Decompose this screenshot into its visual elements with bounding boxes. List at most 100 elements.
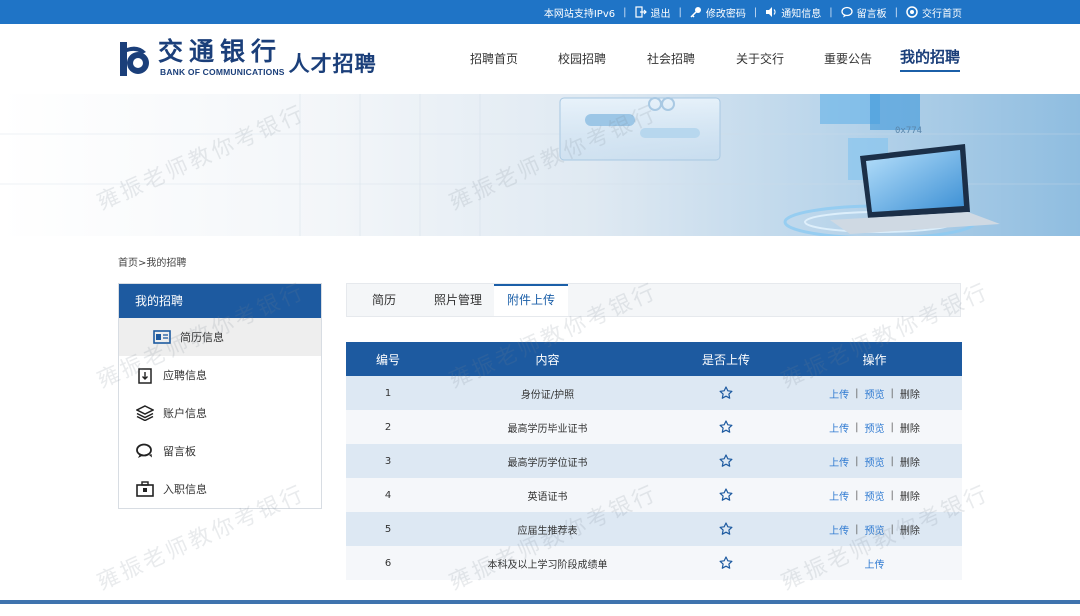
preview-link[interactable]: 预览 bbox=[865, 420, 885, 435]
sidebar-item-label: 入职信息 bbox=[163, 483, 207, 496]
divider: | bbox=[890, 421, 894, 433]
star-outline-icon bbox=[719, 488, 733, 501]
nav-announcements[interactable]: 重要公告 bbox=[824, 50, 872, 67]
sidebar-item-account[interactable]: 账户信息 bbox=[119, 394, 321, 432]
table-row: 1 身份证/护照 上传 | 预览 | 删除 bbox=[346, 376, 962, 410]
upload-link[interactable]: 上传 bbox=[865, 556, 885, 571]
row-content: 英语证书 bbox=[527, 491, 568, 503]
row-upload-status bbox=[665, 444, 787, 478]
row-actions: 上传 bbox=[787, 546, 962, 580]
row-content: 最高学历毕业证书 bbox=[507, 423, 588, 435]
nav-campus-recruit[interactable]: 校园招聘 bbox=[558, 50, 606, 67]
row-actions: 上传 | 预览 | 删除 bbox=[787, 410, 962, 444]
header-content: 内容 bbox=[535, 352, 560, 367]
star-outline-icon bbox=[719, 522, 733, 535]
header-uploaded: 是否上传 bbox=[701, 352, 750, 367]
table-row: 3 最高学历学位证书 上传 | 预览 | 删除 bbox=[346, 444, 962, 478]
bank-logo-icon bbox=[906, 6, 918, 18]
preview-link[interactable]: 预览 bbox=[865, 488, 885, 503]
nav-recruit-home[interactable]: 招聘首页 bbox=[470, 50, 518, 67]
breadcrumb-home[interactable]: 首页 bbox=[118, 258, 138, 269]
logout-link[interactable]: 退出 bbox=[634, 5, 671, 20]
divider: | bbox=[623, 6, 627, 18]
change-password-label: 修改密码 bbox=[705, 8, 746, 20]
table-row: 2 最高学历毕业证书 上传 | 预览 | 删除 bbox=[346, 410, 962, 444]
row-upload-status bbox=[665, 376, 787, 410]
message-board-link[interactable]: 留言板 bbox=[840, 5, 887, 20]
chat-icon bbox=[136, 442, 154, 460]
upload-link[interactable]: 上传 bbox=[829, 386, 849, 401]
header-actions: 操作 bbox=[862, 352, 887, 367]
bank-home-link[interactable]: 交行首页 bbox=[906, 5, 962, 20]
chat-bubble-icon bbox=[840, 6, 853, 18]
utility-links: 本网站支持IPv6 | 退出 | 修改密码 | 通知信息 | 留言板 | 交行首… bbox=[544, 0, 962, 24]
divider: | bbox=[678, 6, 682, 18]
preview-link[interactable]: 预览 bbox=[865, 454, 885, 469]
row-upload-status bbox=[665, 410, 787, 444]
nav-social-recruit[interactable]: 社会招聘 bbox=[647, 50, 695, 67]
row-upload-status bbox=[665, 478, 787, 512]
header-number: 编号 bbox=[375, 352, 400, 367]
divider: | bbox=[829, 6, 833, 18]
upload-link[interactable]: 上传 bbox=[829, 420, 849, 435]
delete-link[interactable]: 删除 bbox=[900, 522, 920, 537]
star-outline-icon bbox=[719, 556, 733, 569]
notice-link[interactable]: 通知信息 bbox=[765, 5, 821, 20]
table-body: 1 身份证/护照 上传 | 预览 | 删除 2 最高学历毕业证书 上传 | 预览 | 删除 3 … bbox=[346, 376, 962, 580]
message-board-label: 留言板 bbox=[856, 8, 887, 20]
key-icon bbox=[690, 7, 701, 18]
upload-link[interactable]: 上传 bbox=[829, 454, 849, 469]
upload-link[interactable]: 上传 bbox=[829, 488, 849, 503]
preview-link[interactable]: 预览 bbox=[865, 522, 885, 537]
sidebar-title: 我的招聘 bbox=[119, 284, 321, 318]
banner-screen-text: 0x774 bbox=[895, 126, 922, 136]
sidebar-item-label: 应聘信息 bbox=[163, 369, 207, 382]
content-tabs: 简历 照片管理 附件上传 bbox=[346, 283, 961, 317]
star-outline-icon bbox=[719, 420, 733, 433]
sidebar-item-label: 账户信息 bbox=[163, 407, 207, 420]
sidebar-item-onboarding[interactable]: 入职信息 bbox=[119, 470, 321, 508]
change-password-link[interactable]: 修改密码 bbox=[690, 5, 746, 20]
sidebar-item-resume[interactable]: 简历信息 bbox=[119, 318, 321, 356]
row-number: 1 bbox=[384, 387, 392, 399]
main-nav: 招聘首页 校园招聘 社会招聘 关于交行 重要公告 我的招聘 bbox=[0, 48, 1080, 74]
divider: | bbox=[855, 421, 859, 433]
preview-link[interactable]: 预览 bbox=[865, 386, 885, 401]
row-number: 5 bbox=[384, 523, 392, 535]
sidebar-item-applications[interactable]: 应聘信息 bbox=[119, 356, 321, 394]
tab-attachment-upload[interactable]: 附件上传 bbox=[494, 284, 569, 316]
divider: | bbox=[855, 455, 859, 467]
delete-link[interactable]: 删除 bbox=[900, 420, 920, 435]
briefcase-icon bbox=[136, 480, 154, 498]
upload-link[interactable]: 上传 bbox=[829, 522, 849, 537]
divider: | bbox=[890, 523, 894, 535]
star-outline-icon bbox=[719, 386, 733, 399]
breadcrumb-current[interactable]: 我的招聘 bbox=[146, 258, 186, 269]
logout-label: 退出 bbox=[650, 8, 671, 20]
site-header: 交通银行 BANK OF COMMUNICATIONS 人才招聘 招聘首页 校园… bbox=[0, 24, 1080, 94]
delete-link[interactable]: 删除 bbox=[900, 454, 920, 469]
logout-icon bbox=[634, 6, 647, 18]
ipv6-support-text: 本网站支持IPv6 bbox=[543, 8, 616, 20]
sidebar-item-label: 留言板 bbox=[163, 445, 196, 458]
row-number: 2 bbox=[384, 421, 392, 433]
row-actions: 上传 | 预览 | 删除 bbox=[787, 512, 962, 546]
delete-link[interactable]: 删除 bbox=[900, 488, 920, 503]
resume-icon bbox=[153, 328, 171, 346]
row-actions: 上传 | 预览 | 删除 bbox=[787, 376, 962, 410]
row-content: 最高学历学位证书 bbox=[507, 457, 588, 469]
delete-link[interactable]: 删除 bbox=[900, 386, 920, 401]
table-row: 5 应届生推荐表 上传 | 预览 | 删除 bbox=[346, 512, 962, 546]
nav-about-bank[interactable]: 关于交行 bbox=[736, 50, 784, 67]
tab-resume[interactable]: 简历 bbox=[372, 284, 396, 316]
nav-my-recruit[interactable]: 我的招聘 bbox=[900, 46, 961, 72]
sidebar-item-message-board[interactable]: 留言板 bbox=[119, 432, 321, 470]
row-actions: 上传 | 预览 | 删除 bbox=[787, 478, 962, 512]
row-content: 本科及以上学习阶段成绩单 bbox=[487, 559, 608, 571]
star-outline-icon bbox=[719, 454, 733, 467]
row-number: 3 bbox=[384, 455, 392, 467]
tab-photo-management[interactable]: 照片管理 bbox=[434, 284, 482, 316]
row-actions: 上传 | 预览 | 删除 bbox=[787, 444, 962, 478]
divider: | bbox=[855, 489, 859, 501]
divider: | bbox=[890, 455, 894, 467]
